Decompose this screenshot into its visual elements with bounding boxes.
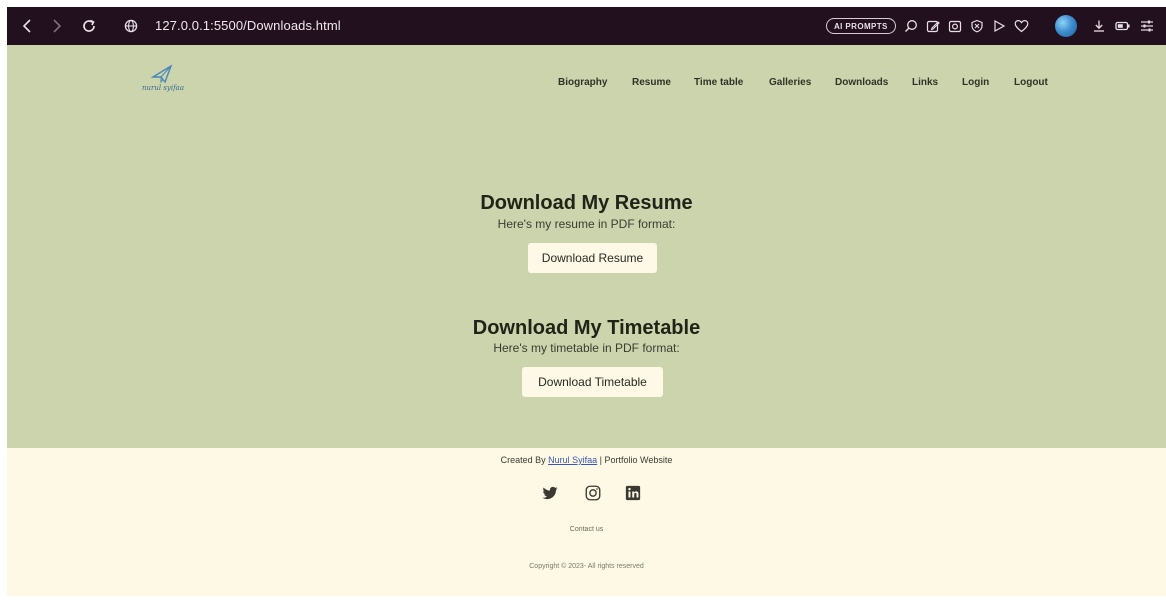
site-logo[interactable]: nurul syifaa bbox=[135, 63, 191, 99]
credit-prefix: Created By bbox=[500, 455, 549, 465]
nav-login[interactable]: Login bbox=[962, 77, 989, 88]
browser-window: 127.0.0.1:5500/Downloads.html AI PROMPTS bbox=[7, 7, 1166, 615]
nav-logout[interactable]: Logout bbox=[1014, 77, 1048, 88]
reload-icon[interactable] bbox=[79, 7, 99, 45]
search-icon[interactable] bbox=[902, 7, 920, 45]
nav-galleries[interactable]: Galleries bbox=[769, 77, 811, 88]
page-main: nurul syifaa Biography Resume Time table… bbox=[7, 45, 1166, 448]
logo-text: nurul syifaa bbox=[141, 84, 185, 92]
copyright-text: Copyright © 2023- All rights reserved bbox=[529, 563, 644, 570]
edit-icon[interactable] bbox=[924, 7, 942, 45]
battery-icon[interactable] bbox=[1114, 7, 1132, 45]
play-icon[interactable] bbox=[990, 7, 1008, 45]
timetable-heading: Download My Timetable bbox=[472, 317, 701, 339]
site-info-icon[interactable] bbox=[121, 7, 141, 45]
nav-links[interactable]: Links bbox=[912, 77, 938, 88]
twitter-icon[interactable] bbox=[541, 484, 559, 502]
download-timetable-button[interactable]: Download Timetable bbox=[522, 367, 663, 397]
download-icon[interactable] bbox=[1090, 7, 1108, 45]
resume-subtitle: Here's my resume in PDF format: bbox=[497, 217, 676, 231]
nav-time-table[interactable]: Time table bbox=[694, 77, 743, 88]
ai-prompts-button[interactable]: AI PROMPTS bbox=[826, 18, 896, 34]
linkedin-icon[interactable] bbox=[624, 484, 642, 502]
camera-icon[interactable] bbox=[946, 7, 964, 45]
forward-icon[interactable] bbox=[47, 7, 67, 45]
back-icon[interactable] bbox=[17, 7, 37, 45]
download-resume-button[interactable]: Download Resume bbox=[528, 243, 657, 273]
address-bar[interactable]: 127.0.0.1:5500/Downloads.html bbox=[155, 7, 341, 45]
instagram-icon[interactable] bbox=[584, 484, 602, 502]
menu-icon[interactable] bbox=[1138, 7, 1156, 45]
nav-downloads[interactable]: Downloads bbox=[835, 77, 888, 88]
heart-icon[interactable] bbox=[1012, 7, 1030, 45]
credit-suffix: | Portfolio Website bbox=[597, 455, 673, 465]
shield-icon[interactable] bbox=[968, 7, 986, 45]
footer: Created By Nurul Syifaa | Portfolio Webs… bbox=[7, 448, 1166, 596]
author-link[interactable]: Nurul Syifaa bbox=[548, 455, 597, 465]
footer-credit: Created By Nurul Syifaa | Portfolio Webs… bbox=[7, 455, 1166, 465]
nav-biography[interactable]: Biography bbox=[558, 77, 607, 88]
contact-link[interactable]: Contact us bbox=[7, 526, 1166, 533]
browser-toolbar: 127.0.0.1:5500/Downloads.html AI PROMPTS bbox=[7, 7, 1166, 45]
profile-avatar[interactable] bbox=[1055, 15, 1077, 37]
nav-resume[interactable]: Resume bbox=[632, 77, 671, 88]
resume-heading: Download My Resume bbox=[480, 192, 693, 214]
timetable-subtitle: Here's my timetable in PDF format: bbox=[493, 341, 680, 355]
